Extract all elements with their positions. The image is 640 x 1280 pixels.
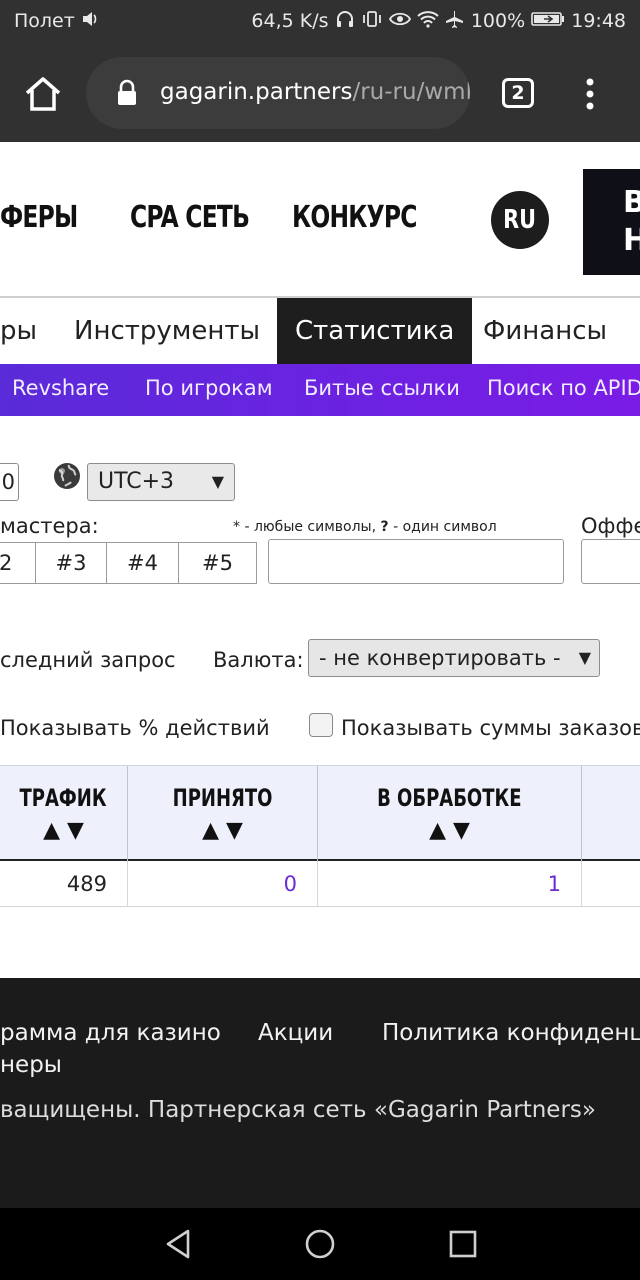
wildcard-hint-suffix: - один символ [388,519,497,535]
table-header: ТРАФИК ▲ ▼ ПРИНЯТО ▲ ▼ В ОБРАБОТКЕ ▲ ▼ [0,765,640,862]
network-speed: 64,5 K/s [251,10,329,32]
offer-label: Оффе [581,514,640,538]
lock-icon [116,79,138,111]
address-bar[interactable]: gagarin.partners/ru-ru/wmN [86,57,470,129]
tab-statistics[interactable]: Статистика [277,298,473,364]
sub-tab-4[interactable]: #4 [106,542,179,584]
recents-icon[interactable] [449,1230,477,1262]
show-percent-label[interactable]: Показывать % действий [0,716,270,740]
url-text: gagarin.partners/ru-ru/wmN [160,79,470,105]
promo-banner[interactable]: В Н [583,169,640,275]
status-left: Полет [14,10,99,33]
tab-finance[interactable]: Финансы [483,298,607,364]
vibrate-icon [361,10,383,33]
home-circle-icon[interactable] [305,1229,335,1263]
sort-arrows-icon[interactable]: ▲ ▼ [128,818,317,843]
clock: 19:48 [571,10,626,32]
tab-tools[interactable]: Инструменты [74,298,260,364]
cell-pending-link[interactable]: 1 [318,862,582,907]
promo-letter-2: Н [623,223,640,258]
column-title: ТРАФИК [19,784,108,812]
subnav-revshare[interactable]: Revshare [12,376,109,400]
battery-icon [531,10,565,33]
language-label: RU [503,205,537,235]
more-menu-icon[interactable] [584,78,596,114]
currency-value: - не конвертировать - [319,646,561,670]
main-tabs: ры Инструменты Статистика Финансы [0,298,640,364]
table-row: 489 0 1 [0,862,640,907]
column-pending[interactable]: В ОБРАБОТКЕ ▲ ▼ [318,766,582,862]
url-host: gagarin.partners [160,79,353,105]
subnav-broken-links[interactable]: Битые ссылки [304,376,460,400]
webmaster-label: мастера: [0,514,99,538]
airplane-icon [445,10,465,33]
column-title: В ОБРАБОТКЕ [377,784,522,812]
wildcard-hint-prefix: * - любые символы, [233,519,381,535]
show-sums-checkbox[interactable] [309,713,333,737]
dropdown-arrow-icon: ▼ [211,472,224,491]
back-icon[interactable] [164,1228,192,1264]
site-footer: рамма для казино Акции Политика конфиден… [0,978,640,1208]
cell-traffic: 489 [0,862,128,907]
footer-link-casino-program[interactable]: рамма для казино [0,1020,221,1046]
nav-item-contest[interactable]: КОНКУРС [292,200,417,235]
site-header: ФЕРЫ CPA СЕТЬ КОНКУРС RU В Н [0,142,640,298]
footer-link-partners[interactable]: неры [0,1052,62,1078]
headphones-icon [335,10,355,33]
wildcard-hint: * - любые символы, ? - один символ [233,519,497,535]
timezone-select[interactable]: UTC+3 ▼ [87,463,235,501]
sub-tab-3[interactable]: #3 [35,542,107,584]
stats-subnav: Revshare По игрокам Битые ссылки Поиск п… [0,364,640,416]
status-right: 64,5 K/s 100% 19:48 [251,10,626,33]
wildcard-hint-bold: ? [380,519,389,535]
subnav-by-players[interactable]: По игрокам [145,376,273,400]
sub-tab-5[interactable]: #5 [178,542,257,584]
carrier-label: Полет [14,10,75,32]
nav-item-cpa-network[interactable]: CPA СЕТЬ [130,200,250,235]
browser-toolbar: gagarin.partners/ru-ru/wmN 2 [0,44,640,142]
home-icon[interactable] [24,76,62,116]
battery-percent: 100% [470,10,526,32]
nav-item-offers[interactable]: ФЕРЫ [0,200,78,235]
timezone-value: UTC+3 [98,469,175,494]
wifi-icon [417,10,439,33]
footer-copyright: ващищены. Партнерская сеть «Gagarin Part… [0,1097,596,1123]
column-traffic[interactable]: ТРАФИК ▲ ▼ [0,766,128,862]
language-button[interactable]: RU [491,191,549,249]
dropdown-arrow-icon: ▼ [578,648,591,667]
date-input[interactable]: 0 [0,463,19,501]
promo-letter-1: В [623,185,640,220]
cell-accepted-link[interactable]: 0 [128,862,318,907]
speaker-icon [81,10,99,33]
tab-partial[interactable]: ры [0,298,37,364]
sub-tab-2[interactable]: 2 [0,542,36,584]
footer-link-promotions[interactable]: Акции [258,1020,333,1046]
url-path: /ru-ru/wmN [352,79,470,105]
webmaster-input[interactable] [268,539,564,584]
last-request-label[interactable]: следний запрос [0,648,176,672]
globe-icon [53,462,81,494]
column-next [582,766,640,862]
column-accepted[interactable]: ПРИНЯТО ▲ ▼ [128,766,318,862]
offer-input[interactable] [581,539,640,584]
status-bar: Полет 64,5 K/s 100% 19:48 [0,0,640,44]
tab-switcher-button[interactable]: 2 [502,78,534,108]
sort-arrows-icon[interactable]: ▲ ▼ [318,818,581,843]
footer-link-privacy[interactable]: Политика конфиденц [382,1020,640,1046]
currency-select[interactable]: - не конвертировать - ▼ [308,639,600,677]
subnav-apid-search[interactable]: Поиск по APID [487,376,640,400]
cell-next [582,862,640,907]
eye-icon [388,10,411,33]
system-nav-bar [0,1208,640,1280]
show-sums-label[interactable]: Показывать суммы заказов [341,716,640,740]
sort-arrows-icon[interactable]: ▲ ▼ [0,818,127,843]
currency-label: Валюта: [213,648,304,672]
column-title: ПРИНЯТО [172,784,273,812]
